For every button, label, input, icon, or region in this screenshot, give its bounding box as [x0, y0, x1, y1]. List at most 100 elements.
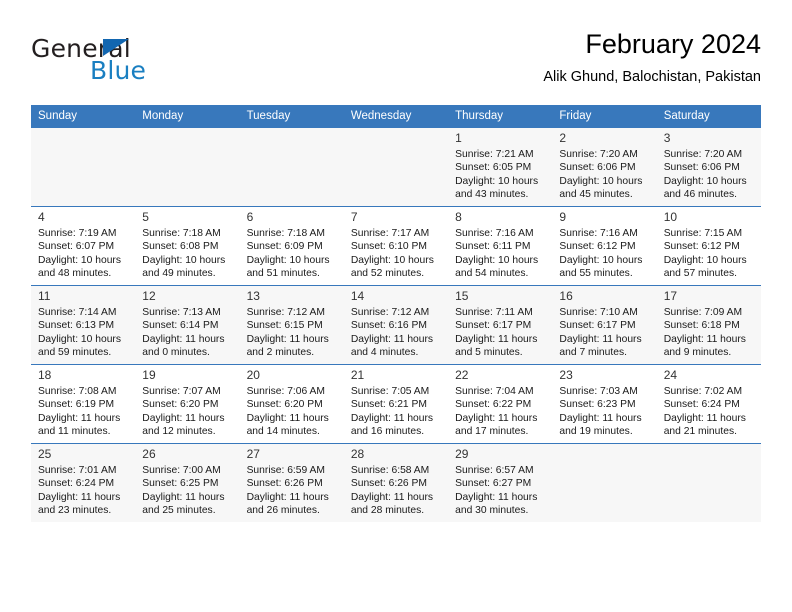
daylight-text-line1: Daylight: 11 hours [142, 491, 225, 503]
daylight-text-line1: Daylight: 11 hours [142, 412, 225, 424]
sunset-text: Sunset: 6:14 PM [142, 320, 219, 332]
day-sun-info: Sunrise: 7:18 AM Sunset: 6:08 PM Daylight:… [142, 227, 233, 280]
calendar-day-cell[interactable]: 11 Sunrise: 7:14 AM Sunset: 6:13 PM Dayligh… [31, 285, 136, 364]
day-number: 15 [455, 289, 469, 303]
day-sun-info: Sunrise: 7:20 AM Sunset: 6:06 PM Daylight:… [664, 148, 755, 201]
daylight-text-line2: and 28 minutes. [350, 504, 425, 516]
calendar-day-cell[interactable]: 23 Sunrise: 7:03 AM Sunset: 6:23 PM Dayligh… [552, 364, 657, 443]
calendar-day-cell[interactable]: 19 Sunrise: 7:07 AM Sunset: 6:20 PM Dayligh… [135, 364, 240, 443]
calendar-day-cell[interactable]: 14 Sunrise: 7:12 AM Sunset: 6:16 PM Dayligh… [343, 285, 449, 364]
calendar-day-cell[interactable]: 13 Sunrise: 7:12 AM Sunset: 6:15 PM Dayligh… [239, 285, 344, 364]
weekday-header-monday: Monday [135, 105, 240, 127]
page-header: General Blue February 2024 Alik Ghund, B… [31, 28, 761, 100]
daylight-text-line2: and 26 minutes. [246, 504, 320, 516]
calendar-week-row: 4 Sunrise: 7:19 AM Sunset: 6:07 PM Daylight… [31, 206, 761, 285]
day-number: 23 [559, 368, 573, 382]
calendar-page: General Blue February 2024 Alik Ghund, B… [0, 0, 792, 612]
daylight-text-line1: Daylight: 11 hours [455, 412, 538, 424]
calendar-day-cell[interactable]: 18 Sunrise: 7:08 AM Sunset: 6:19 PM Dayligh… [31, 364, 136, 443]
daylight-text-line2: and 51 minutes. [246, 267, 320, 279]
calendar-day-cell[interactable]: 28 Sunrise: 6:58 AM Sunset: 6:26 PM Dayligh… [343, 443, 449, 522]
sunset-text: Sunset: 6:27 PM [455, 478, 532, 490]
daylight-text-line2: and 48 minutes. [38, 267, 112, 279]
sunrise-text: Sunrise: 6:57 AM [455, 465, 534, 476]
daylight-text-line1: Daylight: 10 hours [38, 333, 121, 345]
sunrise-text: Sunrise: 7:05 AM [350, 386, 430, 397]
day-sun-info: Sunrise: 7:04 AM Sunset: 6:22 PM Daylight:… [455, 385, 546, 438]
daylight-text-line2: and 52 minutes. [350, 267, 425, 279]
calendar-body: 1 Sunrise: 7:21 AM Sunset: 6:05 PM Daylight… [31, 127, 761, 522]
calendar-day-cell[interactable]: 25 Sunrise: 7:01 AM Sunset: 6:24 PM Dayligh… [31, 443, 136, 522]
daylight-text-line1: Daylight: 10 hours [559, 254, 643, 266]
daylight-text-line2: and 4 minutes. [350, 346, 419, 358]
sunset-text: Sunset: 6:06 PM [559, 162, 636, 174]
day-sun-info: Sunrise: 7:03 AM Sunset: 6:23 PM Daylight:… [559, 385, 650, 438]
daylight-text-line2: and 49 minutes. [142, 267, 216, 279]
general-blue-logo[interactable]: General Blue [31, 34, 251, 90]
calendar-day-cell[interactable]: 5 Sunrise: 7:18 AM Sunset: 6:08 PM Daylight… [135, 206, 240, 285]
calendar-day-cell[interactable]: 8 Sunrise: 7:16 AM Sunset: 6:11 PM Daylight… [448, 206, 553, 285]
day-number: 5 [142, 210, 149, 224]
calendar-day-cell[interactable]: 24 Sunrise: 7:02 AM Sunset: 6:24 PM Dayligh… [656, 364, 761, 443]
day-sun-info: Sunrise: 7:09 AM Sunset: 6:18 PM Daylight:… [664, 306, 755, 359]
calendar-day-cell[interactable]: 4 Sunrise: 7:19 AM Sunset: 6:07 PM Daylight… [31, 206, 136, 285]
day-number: 24 [663, 368, 678, 382]
calendar-day-cell[interactable]: 2 Sunrise: 7:20 AM Sunset: 6:06 PM Daylight… [552, 127, 657, 206]
sunrise-text: Sunrise: 7:21 AM [455, 149, 534, 160]
day-number: 12 [142, 289, 156, 303]
daylight-text-line2: and 30 minutes. [455, 504, 529, 516]
daylight-text-line1: Daylight: 11 hours [455, 333, 538, 345]
day-number: 25 [38, 447, 52, 461]
day-number: 17 [663, 289, 678, 303]
sunset-text: Sunset: 6:09 PM [246, 241, 323, 253]
calendar-day-cell[interactable]: 29 Sunrise: 6:57 AM Sunset: 6:27 PM Dayligh… [448, 443, 553, 522]
sunset-text: Sunset: 6:24 PM [663, 399, 740, 411]
sunrise-text: Sunrise: 7:01 AM [38, 465, 117, 476]
daylight-text-line2: and 14 minutes. [246, 425, 320, 437]
sunrise-text: Sunrise: 7:16 AM [455, 228, 534, 239]
day-number: 27 [246, 447, 260, 461]
sunrise-text: Sunrise: 7:06 AM [246, 386, 325, 397]
daylight-text-line1: Daylight: 10 hours [246, 254, 330, 266]
calendar-day-cell[interactable]: 12 Sunrise: 7:13 AM Sunset: 6:14 PM Dayligh… [135, 285, 240, 364]
daylight-text-line2: and 17 minutes. [455, 425, 529, 437]
calendar-day-cell[interactable]: 26 Sunrise: 7:00 AM Sunset: 6:25 PM Dayligh… [135, 443, 240, 522]
calendar-day-cell[interactable]: 20 Sunrise: 7:06 AM Sunset: 6:20 PM Dayligh… [239, 364, 344, 443]
sunrise-text: Sunrise: 7:11 AM [455, 307, 533, 318]
calendar-week-row: 25 Sunrise: 7:01 AM Sunset: 6:24 PM Dayligh… [31, 443, 761, 522]
day-sun-info: Sunrise: 7:01 AM Sunset: 6:24 PM Daylight:… [38, 464, 129, 517]
day-number: 4 [38, 210, 45, 224]
sunrise-text: Sunrise: 7:16 AM [559, 228, 638, 239]
calendar-week-row: 1 Sunrise: 7:21 AM Sunset: 6:05 PM Daylight… [31, 127, 761, 206]
daylight-text-line1: Daylight: 11 hours [663, 333, 746, 345]
calendar-day-cell[interactable]: 3 Sunrise: 7:20 AM Sunset: 6:06 PM Daylight… [656, 127, 761, 206]
calendar-day-cell[interactable]: 1 Sunrise: 7:21 AM Sunset: 6:05 PM Daylight… [448, 127, 553, 206]
day-sun-info: Sunrise: 7:10 AM Sunset: 6:17 PM Daylight:… [559, 306, 650, 359]
calendar-day-cell[interactable]: 21 Sunrise: 7:05 AM Sunset: 6:21 PM Dayligh… [343, 364, 449, 443]
day-sun-info: Sunrise: 7:12 AM Sunset: 6:16 PM Daylight:… [351, 306, 442, 359]
calendar-day-cell[interactable]: 7 Sunrise: 7:17 AM Sunset: 6:10 PM Daylight… [343, 206, 449, 285]
calendar-day-cell[interactable]: 10 Sunrise: 7:15 AM Sunset: 6:12 PM Dayligh… [656, 206, 761, 285]
sunset-text: Sunset: 6:21 PM [350, 399, 427, 411]
sunrise-text: Sunrise: 7:17 AM [350, 228, 430, 239]
calendar-day-cell[interactable]: 9 Sunrise: 7:16 AM Sunset: 6:12 PM Daylight… [552, 206, 657, 285]
daylight-text-line2: and 9 minutes. [663, 346, 732, 358]
calendar-day-cell[interactable]: 16 Sunrise: 7:10 AM Sunset: 6:17 PM Dayligh… [552, 285, 657, 364]
calendar-day-cell[interactable]: 6 Sunrise: 7:18 AM Sunset: 6:09 PM Daylight… [239, 206, 344, 285]
daylight-text-line1: Daylight: 11 hours [142, 333, 225, 345]
day-number: 21 [350, 368, 365, 382]
weekday-header-saturday: Saturday [656, 105, 761, 127]
day-sun-info: Sunrise: 7:21 AM Sunset: 6:05 PM Daylight:… [455, 148, 546, 201]
day-number: 20 [246, 368, 260, 382]
calendar-day-cell[interactable]: 22 Sunrise: 7:04 AM Sunset: 6:22 PM Dayligh… [448, 364, 553, 443]
calendar-day-cell[interactable]: 17 Sunrise: 7:09 AM Sunset: 6:18 PM Dayligh… [656, 285, 761, 364]
sunrise-text: Sunrise: 7:12 AM [246, 307, 325, 318]
sunset-text: Sunset: 6:23 PM [559, 399, 636, 411]
day-sun-info: Sunrise: 7:20 AM Sunset: 6:06 PM Daylight:… [559, 148, 650, 201]
day-number: 8 [455, 210, 462, 224]
calendar-day-cell[interactable]: 27 Sunrise: 6:59 AM Sunset: 6:26 PM Dayligh… [239, 443, 344, 522]
daylight-text-line2: and 7 minutes. [559, 346, 627, 358]
day-sun-info: Sunrise: 7:17 AM Sunset: 6:10 PM Daylight:… [351, 227, 442, 280]
calendar-day-cell[interactable]: 15 Sunrise: 7:11 AM Sunset: 6:17 PM Dayligh… [448, 285, 553, 364]
daylight-text-line2: and 54 minutes. [455, 267, 529, 279]
